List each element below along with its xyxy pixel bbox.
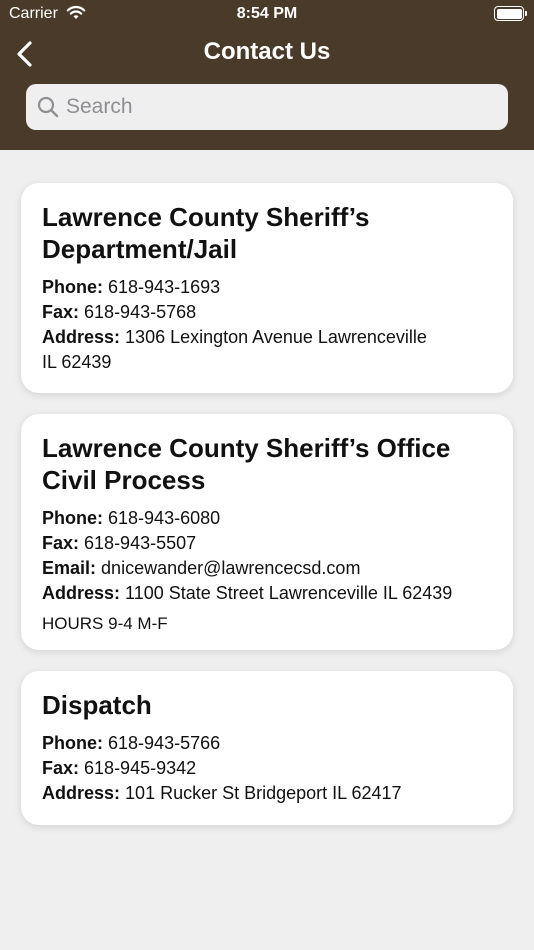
battery-icon (494, 6, 524, 21)
fax-row: Fax: 618-943-5507 (42, 531, 493, 556)
fax-value: 618-943-5768 (84, 302, 197, 322)
address-value[interactable]: 101 Rucker St Bridgeport IL 62417 (125, 783, 402, 803)
battery-tip (525, 11, 527, 16)
phone-label: Phone: (42, 733, 103, 753)
address-label: Address: (42, 583, 121, 603)
status-bar: Carrier 8:54 PM (0, 0, 534, 28)
phone-value[interactable]: 618-943-6080 (108, 508, 220, 528)
hours-text: HOURS 9-4 M-F (42, 614, 168, 633)
address-value[interactable]: 1100 State Street Lawrenceville IL 62439 (125, 583, 452, 603)
search-icon (36, 95, 60, 119)
phone-row: Phone: 618-943-5766 (42, 731, 493, 756)
search-bar[interactable] (26, 84, 508, 130)
navigation-bar: Contact Us (0, 30, 534, 78)
fax-value: 618-945-9342 (84, 758, 197, 778)
fax-row: Fax: 618-945-9342 (42, 756, 493, 781)
email-row: Email: dnicewander@lawrencecsd.com (42, 556, 493, 581)
contact-name: Lawrence County Sheriff’s Office Civil P… (42, 433, 451, 495)
header: Carrier 8:54 PM Contact Us (0, 0, 534, 150)
email-value[interactable]: dnicewander@lawrencecsd.com (101, 558, 360, 578)
address-label: Address: (42, 327, 121, 347)
address-label: Address: (42, 783, 121, 803)
fax-label: Fax: (42, 533, 80, 553)
fax-label: Fax: (42, 758, 80, 778)
contact-name: Dispatch (42, 690, 152, 720)
phone-value[interactable]: 618-943-1693 (108, 277, 220, 297)
search-input[interactable] (66, 84, 496, 130)
phone-value[interactable]: 618-943-5766 (108, 733, 220, 753)
address-row: Address: 1100 State Street Lawrenceville… (42, 581, 493, 606)
page-title: Contact Us (203, 38, 331, 65)
phone-row: Phone: 618-943-6080 (42, 506, 493, 531)
address-row: Address: 1306 Lexington Avenue Lawrencev… (42, 325, 442, 375)
status-time: 8:54 PM (236, 5, 298, 22)
contact-card-civil-process[interactable]: Lawrence County Sheriff’s Office Civil P… (21, 414, 513, 650)
email-label: Email: (42, 558, 97, 578)
phone-row: Phone: 618-943-1693 (42, 275, 493, 300)
phone-label: Phone: (42, 508, 103, 528)
fax-value: 618-943-5507 (84, 533, 197, 553)
address-row: Address: 101 Rucker St Bridgeport IL 624… (42, 781, 493, 806)
contact-card-dispatch[interactable]: Dispatch Phone: 618-943-5766 Fax: 618-94… (21, 671, 513, 825)
contact-card-sheriff-jail[interactable]: Lawrence County Sheriff’s Department/Jai… (21, 183, 513, 393)
fax-row: Fax: 618-943-5768 (42, 300, 493, 325)
phone-label: Phone: (42, 277, 103, 297)
fax-label: Fax: (42, 302, 80, 322)
contact-name: Lawrence County Sheriff’s Department/Jai… (42, 202, 370, 264)
